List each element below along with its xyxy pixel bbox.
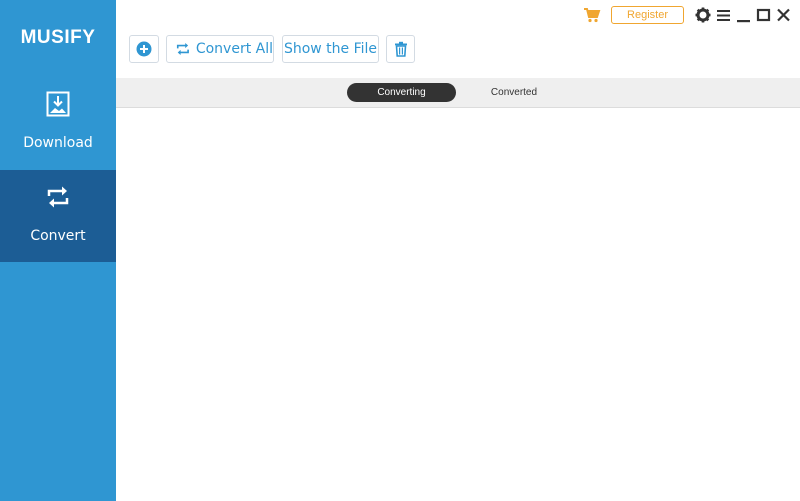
- plus-circle-icon: [136, 41, 152, 57]
- convert-all-label: Convert All: [195, 41, 273, 57]
- gear-icon[interactable]: [695, 6, 711, 24]
- tab-converting[interactable]: Converting: [347, 83, 456, 102]
- maximize-icon[interactable]: [756, 6, 771, 24]
- download-icon: [46, 91, 70, 117]
- tab-bar: Converting Converted: [116, 78, 800, 108]
- minimize-icon[interactable]: [736, 6, 751, 24]
- tab-converted[interactable]: Converted: [471, 83, 557, 102]
- sidebar-item-download[interactable]: Download: [0, 77, 116, 169]
- sidebar-item-label: Convert: [30, 228, 86, 244]
- menu-icon[interactable]: [716, 6, 731, 24]
- add-button[interactable]: [129, 35, 159, 63]
- close-icon[interactable]: [776, 6, 791, 24]
- convert-icon: [47, 186, 69, 208]
- delete-button[interactable]: [386, 35, 415, 63]
- conversion-list: [116, 108, 800, 501]
- app-logo: MUSIFY: [20, 27, 96, 48]
- sidebar-item-convert[interactable]: Convert: [0, 170, 116, 262]
- sidebar: MUSIFY Download Convert: [0, 0, 116, 501]
- cart-icon[interactable]: [583, 6, 601, 24]
- convert-icon: [176, 42, 189, 56]
- convert-all-button[interactable]: Convert All: [166, 35, 274, 63]
- show-the-file-label: Show the File: [283, 41, 378, 57]
- trash-icon: [394, 41, 407, 57]
- show-the-file-button[interactable]: Show the File: [282, 35, 379, 63]
- sidebar-item-label: Download: [23, 135, 93, 151]
- main-panel: Register Convert All Show the File Conve…: [116, 0, 800, 501]
- register-button[interactable]: Register: [611, 6, 684, 24]
